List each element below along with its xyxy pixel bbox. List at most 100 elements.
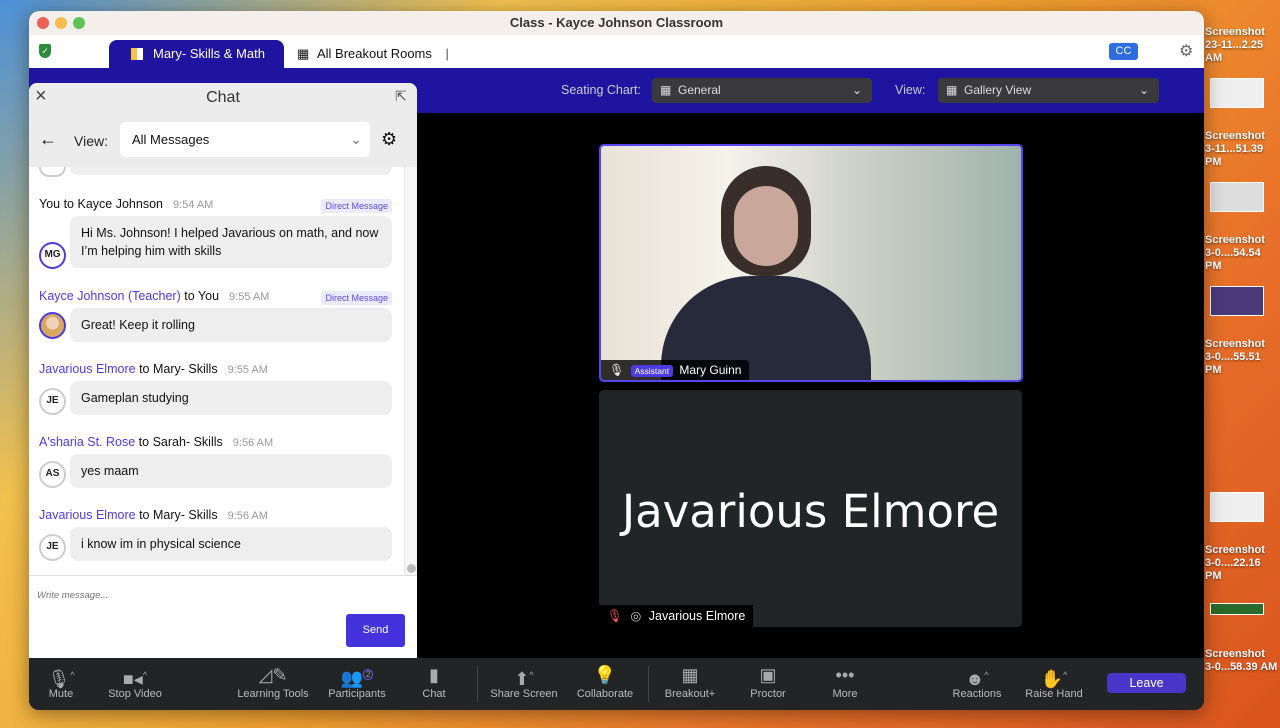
mic-icon: 🎙: [609, 363, 625, 377]
button-label: Participants: [328, 688, 386, 700]
button-label: Learning Tools: [237, 688, 309, 700]
video-area: 🎙 Assistant Mary Guinn Javarious Elmore …: [417, 113, 1204, 658]
to-word: to: [138, 435, 150, 449]
recipient: Mary- Skills: [152, 508, 218, 522]
participants-icon: 👥 2: [317, 662, 397, 688]
leave-button[interactable]: Leave: [1107, 673, 1186, 693]
participant-label: 🎙 Assistant Mary Guinn: [601, 360, 750, 380]
scrollbar[interactable]: [404, 167, 417, 575]
more-button[interactable]: ••• More: [805, 662, 885, 700]
view-dropdown[interactable]: ▦ Gallery View ⌄: [938, 78, 1159, 103]
file-name: Screenshot: [1205, 26, 1265, 38]
tab-all-breakout-rooms[interactable]: ▦ All Breakout Rooms |: [295, 40, 449, 68]
file-name: 3-0....22.16 PM: [1205, 557, 1261, 582]
direct-message-badge: Direct Message: [321, 291, 392, 305]
video-tile-javarious-elmore[interactable]: Javarious Elmore 🎙 ◎ Javarious Elmore: [599, 390, 1022, 627]
file-thumbnail[interactable]: [1210, 182, 1264, 212]
tools-icon: ◿✎: [258, 665, 288, 685]
file-thumbnail[interactable]: [1210, 492, 1264, 522]
share-icon: ⬆^: [514, 669, 534, 689]
message-bubble: Hi Ms. Johnson! I helped Javarious on ma…: [70, 216, 392, 268]
timestamp: 9:56 AM: [227, 510, 268, 522]
message-bubble: yes maam: [70, 454, 392, 488]
bulb-icon: 💡: [593, 665, 617, 685]
file-name: Screenshot: [1205, 234, 1265, 246]
camera-icon: ■◂^: [122, 669, 148, 689]
proctor-icon: ▣: [759, 665, 777, 685]
timestamp: 9:54 AM: [172, 199, 214, 211]
desktop-file[interactable]: Screenshot 3-0....22.16 PM: [1204, 544, 1280, 583]
hand-icon: ✋^: [1040, 669, 1068, 689]
reactions-button[interactable]: ☻^ Reactions: [937, 662, 1017, 700]
back-arrow-icon[interactable]: ←: [39, 129, 57, 150]
message-bubble: Great! Keep it rolling: [70, 308, 392, 342]
view-label: View:: [895, 83, 926, 97]
direct-message-badge: Direct Message: [321, 199, 392, 213]
button-label: Reactions: [952, 688, 1002, 700]
button-label: Chat: [422, 688, 446, 700]
participant-count: 2: [362, 669, 374, 680]
mute-button[interactable]: 🎙^ Mute: [29, 662, 101, 700]
timestamp: 9:55 AM: [227, 364, 268, 376]
proctor-button[interactable]: ▣ Proctor: [728, 662, 808, 700]
chat-header: × Chat ⇱ ← View: All Messages ⌄ ⚙: [29, 83, 417, 167]
message-meta: You to Kayce Johnson 9:54 AM: [39, 197, 213, 211]
button-label: Breakout+: [664, 688, 716, 700]
send-button[interactable]: Send: [346, 614, 405, 647]
collaborate-button[interactable]: 💡 Collaborate: [565, 662, 645, 700]
stop-video-button[interactable]: ■◂^ Stop Video: [95, 662, 175, 700]
gear-icon[interactable]: ⚙: [381, 129, 397, 150]
recipient: Sarah- Skills: [152, 435, 223, 449]
share-screen-button[interactable]: ⬆^ Share Screen: [484, 662, 564, 700]
learning-tools-button[interactable]: ◿✎ Learning Tools: [233, 662, 313, 700]
file-name: 3-0....55.51 PM: [1205, 351, 1261, 376]
popout-icon[interactable]: ⇱: [395, 88, 407, 105]
sender: Kayce Johnson (Teacher): [39, 289, 181, 303]
breakout-button[interactable]: ▦ Breakout+: [650, 662, 730, 700]
message-filter-dropdown[interactable]: All Messages ⌄: [120, 122, 370, 157]
desktop-file[interactable]: Screenshot 3-11...51.39 PM: [1204, 130, 1280, 169]
minimize-window-button[interactable]: [55, 17, 67, 29]
settings-icon[interactable]: ⚙: [1179, 41, 1193, 61]
chat-panel: × Chat ⇱ ← View: All Messages ⌄ ⚙ You to…: [29, 83, 417, 658]
participant-display-name: Javarious Elmore: [621, 485, 1000, 538]
file-name: 3-0....54.54 PM: [1205, 247, 1261, 272]
window-title: Class - Kayce Johnson Classroom: [509, 15, 724, 30]
close-window-button[interactable]: [37, 17, 49, 29]
desktop-file[interactable]: Screenshot 3-0....55.51 PM: [1204, 338, 1280, 377]
file-thumbnail[interactable]: [1210, 603, 1264, 615]
to-word: to: [63, 197, 75, 211]
avatar: JE: [39, 388, 66, 415]
file-name: Screenshot: [1205, 338, 1265, 350]
to-word: to: [184, 289, 195, 303]
grid-icon: ▦: [681, 665, 699, 685]
grid-icon: ▦: [946, 83, 958, 97]
eye-hidden-icon: ◎: [630, 609, 642, 623]
tab-mary-skills-math[interactable]: Mary- Skills & Math: [109, 40, 284, 69]
message-input[interactable]: [37, 583, 407, 607]
button-label: Mute: [48, 688, 74, 700]
chat-button[interactable]: ▮ Chat: [394, 662, 474, 700]
file-name: 3-11...51.39 PM: [1205, 143, 1264, 168]
tab-label: All Breakout Rooms: [317, 46, 432, 61]
title-bar: Class - Kayce Johnson Classroom: [29, 11, 1204, 35]
chat-message: Javarious Elmore to Mary- Skills 9:56 AM …: [29, 508, 404, 568]
seating-chart-dropdown[interactable]: ▦ General ⌄: [652, 78, 872, 103]
maximize-window-button[interactable]: [73, 17, 85, 29]
closed-captions-button[interactable]: CC: [1109, 43, 1138, 60]
video-tile-mary-guinn[interactable]: 🎙 Assistant Mary Guinn: [599, 144, 1023, 382]
more-icon: •••: [835, 665, 855, 685]
participants-button[interactable]: 👥 2 Participants: [317, 662, 397, 700]
desktop-file[interactable]: Screenshot 3-0....54.54 PM: [1204, 234, 1280, 273]
raise-hand-button[interactable]: ✋^ Raise Hand: [1014, 662, 1094, 700]
chevron-down-icon: ⌄: [350, 131, 362, 147]
file-thumbnail[interactable]: [1210, 78, 1264, 108]
mic-muted-icon: 🎙: [607, 609, 623, 623]
dropdown-value: Gallery View: [964, 83, 1032, 97]
file-name: 3-0...58.39 AM: [1205, 661, 1278, 673]
desktop-file[interactable]: Screenshot 3-0...58.39 AM: [1204, 648, 1280, 674]
desktop-file[interactable]: Screenshot 23-11...2.25 AM: [1204, 26, 1280, 65]
sender: A'sharia St. Rose: [39, 435, 136, 449]
to-word: to: [139, 362, 150, 376]
file-thumbnail[interactable]: [1210, 286, 1264, 316]
